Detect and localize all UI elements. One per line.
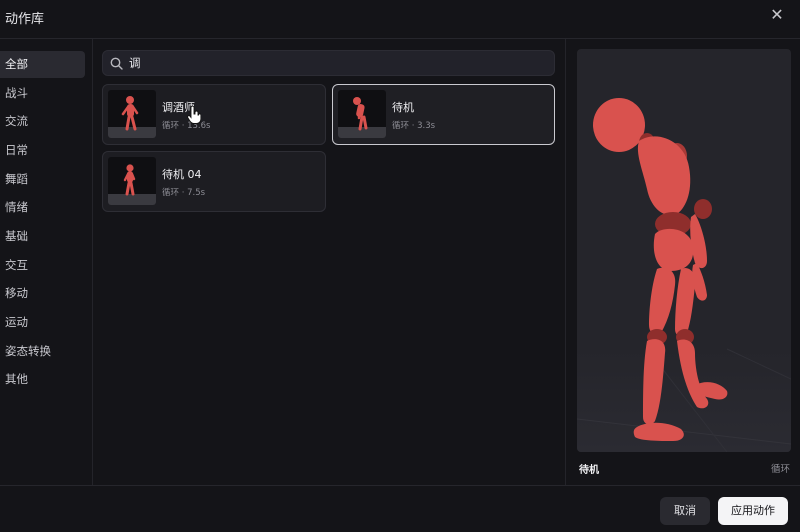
dialog-footer: 取消 应用动作	[0, 485, 800, 532]
motion-card-bartender[interactable]: 调酒师 循环 · 13.6s	[102, 84, 326, 145]
dialog-header: 动作库 ✕	[0, 0, 800, 39]
results-panel: 调酒师 循环 · 13.6s 待机 循环 · 3.3s	[93, 39, 566, 485]
search-box[interactable]	[102, 50, 555, 76]
category-movement[interactable]: 移动	[0, 280, 85, 307]
category-emotion[interactable]: 情绪	[0, 194, 85, 221]
motion-name: 待机	[392, 101, 414, 114]
close-icon[interactable]: ✕	[768, 6, 786, 24]
motion-thumbnail	[108, 90, 156, 138]
category-interaction[interactable]: 交互	[0, 252, 85, 279]
dialog-title: 动作库	[5, 12, 45, 27]
motion-thumbnail	[108, 157, 156, 205]
search-icon	[110, 57, 123, 70]
mannequin-figure	[577, 98, 791, 452]
category-sidebar: 全部 战斗 交流 日常 舞蹈 情绪 基础 交互 移动 运动 姿态转换 其他	[0, 39, 93, 485]
motion-meta: 循环 · 3.3s	[392, 121, 436, 131]
preview-motion-name: 待机	[579, 465, 599, 476]
motion-name: 待机 04	[162, 168, 202, 181]
apply-motion-button[interactable]: 应用动作	[718, 497, 788, 525]
category-dance[interactable]: 舞蹈	[0, 166, 85, 193]
category-basic[interactable]: 基础	[0, 223, 85, 250]
category-daily[interactable]: 日常	[0, 137, 85, 164]
category-sport[interactable]: 运动	[0, 309, 85, 336]
motion-card-idle-04[interactable]: 待机 04 循环 · 7.5s	[102, 151, 326, 212]
category-pose-transition[interactable]: 姿态转换	[0, 338, 85, 365]
category-communication[interactable]: 交流	[0, 108, 85, 135]
category-other[interactable]: 其他	[0, 366, 85, 393]
motion-card-idle[interactable]: 待机 循环 · 3.3s	[332, 84, 555, 145]
category-combat[interactable]: 战斗	[0, 80, 85, 107]
motion-meta: 循环 · 7.5s	[162, 188, 206, 198]
cancel-button[interactable]: 取消	[660, 497, 710, 525]
category-all[interactable]: 全部	[0, 51, 85, 78]
preview-loop-label: 循环	[770, 464, 790, 475]
hand-cursor-icon	[187, 106, 201, 124]
motion-thumbnail	[338, 90, 386, 138]
search-input[interactable]	[129, 54, 529, 72]
motion-preview-viewport[interactable]	[577, 49, 791, 452]
